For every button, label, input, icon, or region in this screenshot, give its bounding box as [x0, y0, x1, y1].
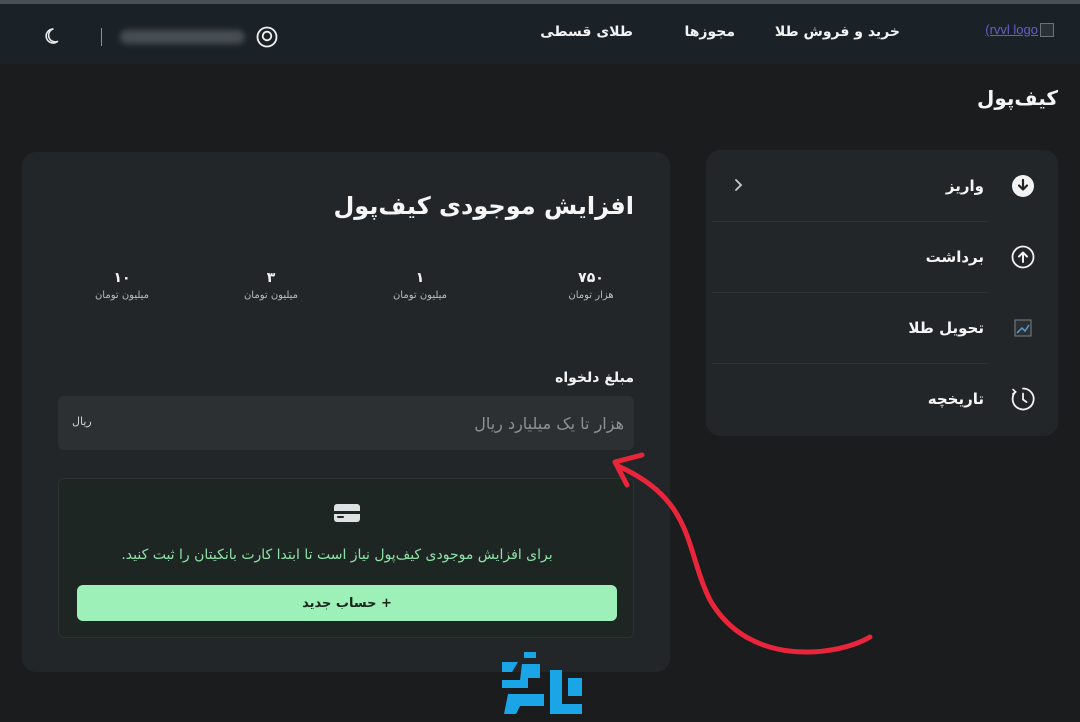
upload-circle-icon [1010, 244, 1036, 270]
annotation-arrow [612, 452, 873, 655]
amount-label: مبلغ دلخواه [555, 370, 634, 386]
notice-text: برای افزایش موجودی کیف‌پول نیاز است تا ا… [121, 547, 553, 563]
sidebar-item-history[interactable]: تاریخچه [706, 363, 1058, 434]
history-clock-icon [1010, 386, 1036, 412]
preset-unit: میلیون تومان [243, 290, 299, 301]
sidebar-item-label: تاریخچه [927, 389, 984, 408]
watermark-logo [502, 652, 582, 714]
nav-buy-sell-gold[interactable]: خرید و فروش طلا [775, 24, 900, 40]
preset-value: ۱۰ [113, 270, 131, 286]
broken-image-icon [1040, 22, 1054, 37]
header-divider [101, 28, 102, 46]
credit-card-icon [334, 504, 360, 522]
sidebar-item-label: تحویل طلا [908, 318, 984, 337]
sidebar-item-deposit[interactable]: واریز [706, 150, 1058, 221]
logo-alt-text: (rvvl logo [985, 22, 1038, 37]
preset-1-million-toman[interactable]: ۱ میلیون تومان [360, 270, 480, 301]
deposit-card: افزایش موجودی کیف‌پول ۷۵۰ هزار تومان ۱ م… [22, 152, 670, 672]
download-circle-icon [1010, 173, 1036, 199]
site-logo[interactable]: (rvvl logo [985, 22, 1054, 37]
preset-value: ۷۵۰ [578, 270, 604, 286]
sidebar-item-label: برداشت [925, 247, 984, 266]
preset-value: ۳ [266, 270, 276, 286]
page-title: کیف‌پول [976, 86, 1058, 110]
wallet-sidebar: واریز برداشت تحویل طلا تاریخچه [706, 150, 1058, 436]
amount-field: ریال [58, 396, 634, 450]
preset-value: ۱ [415, 270, 425, 286]
nav-installment-gold[interactable]: طلای قسطی [540, 24, 633, 40]
blurred-phone-number [120, 30, 245, 44]
sidebar-item-withdraw[interactable]: برداشت [706, 221, 1058, 292]
top-navigation-bar: (rvvl logo خرید و فروش طلا مجوزها طلای ق… [0, 0, 1080, 64]
bank-card-notice: برای افزایش موجودی کیف‌پول نیاز است تا ا… [58, 478, 634, 638]
nav-licenses[interactable]: مجوزها [684, 24, 735, 40]
sidebar-item-label: واریز [945, 176, 984, 195]
moon-icon[interactable] [44, 26, 64, 46]
user-circle-icon[interactable] [256, 26, 278, 48]
amount-input[interactable] [58, 396, 634, 450]
preset-3-million-toman[interactable]: ۳ میلیون تومان [211, 270, 331, 301]
preset-unit: هزار تومان [568, 290, 614, 301]
preset-10-million-toman[interactable]: ۱۰ میلیون تومان [62, 270, 182, 301]
preset-750-thousand-toman[interactable]: ۷۵۰ هزار تومان [531, 270, 651, 301]
add-account-button[interactable]: + حساب جدید [77, 585, 617, 621]
sidebar-item-gold-delivery[interactable]: تحویل طلا [706, 292, 1058, 363]
preset-unit: میلیون تومان [392, 290, 448, 301]
currency-suffix: ریال [72, 415, 92, 428]
deposit-title: افزایش موجودی کیف‌پول [333, 192, 634, 220]
broken-image-icon [1010, 315, 1036, 341]
preset-unit: میلیون تومان [94, 290, 150, 301]
chevron-right-icon [735, 179, 743, 191]
